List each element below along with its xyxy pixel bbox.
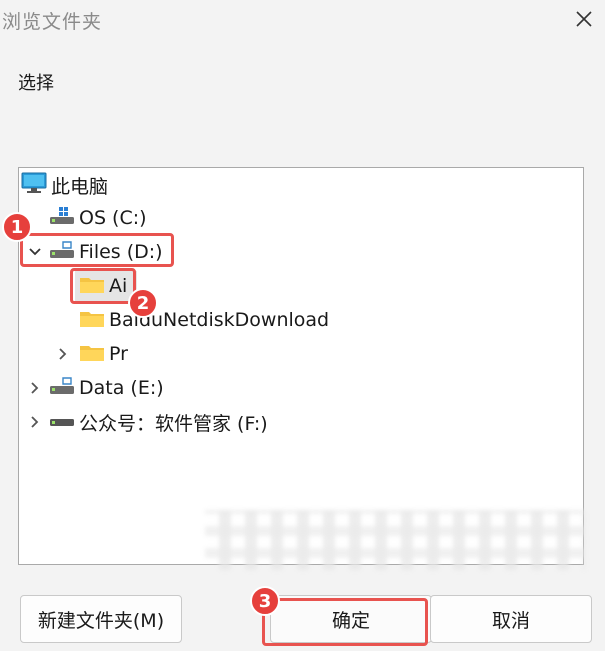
prompt-label: 选择 [18, 73, 54, 94]
close-button[interactable] [571, 6, 597, 32]
windows-drive-icon [49, 206, 75, 231]
tree-node-pr[interactable]: Pr [79, 339, 128, 369]
tree-node-this-pc[interactable]: 此电脑 [21, 170, 108, 200]
tree-node-label: Data (E:) [79, 377, 164, 399]
step-1-badge: 1 [2, 212, 32, 242]
expand-toggle[interactable] [27, 414, 43, 430]
drive-icon [49, 410, 75, 435]
folder-icon [79, 308, 105, 333]
step-2-highlight [70, 268, 136, 304]
mosaic-watermark [205, 510, 585, 570]
title-bar: 浏览文件夹 [0, 0, 605, 40]
chevron-right-icon [59, 348, 67, 360]
dialog-title: 浏览文件夹 [2, 11, 103, 33]
step-2-badge: 2 [128, 288, 158, 318]
folder-tree[interactable]: 此电脑 OS (C:) Files (D:) Ai BaiduNetdiskDo… [18, 167, 584, 565]
tree-node-label: 此电脑 [51, 175, 109, 198]
step-3-badge: 3 [250, 586, 280, 616]
step-3-highlight [262, 598, 428, 646]
new-folder-button[interactable]: 新建文件夹(M) [20, 595, 182, 643]
drive-icon [49, 376, 75, 401]
tree-node-os-c[interactable]: OS (C:) [49, 203, 147, 233]
chevron-right-icon [31, 382, 39, 394]
tree-node-label: OS (C:) [79, 207, 147, 229]
tree-node-baidunetdiskdownload[interactable]: BaiduNetdiskDownload [79, 305, 329, 335]
tree-node-label: Pr [109, 343, 128, 365]
tree-node-data-e[interactable]: Data (E:) [49, 373, 164, 403]
folder-icon [79, 342, 105, 367]
close-icon [576, 11, 592, 27]
expand-toggle[interactable] [27, 380, 43, 396]
tree-node-f[interactable]: 公众号：软件管家 (F:) [49, 407, 268, 437]
expand-toggle[interactable] [55, 346, 71, 362]
chevron-right-icon [31, 416, 39, 428]
step-1-highlight [20, 233, 174, 267]
tree-node-label: 公众号：软件管家 (F:) [79, 412, 268, 435]
computer-icon [21, 172, 47, 199]
cancel-button[interactable]: 取消 [430, 595, 592, 643]
